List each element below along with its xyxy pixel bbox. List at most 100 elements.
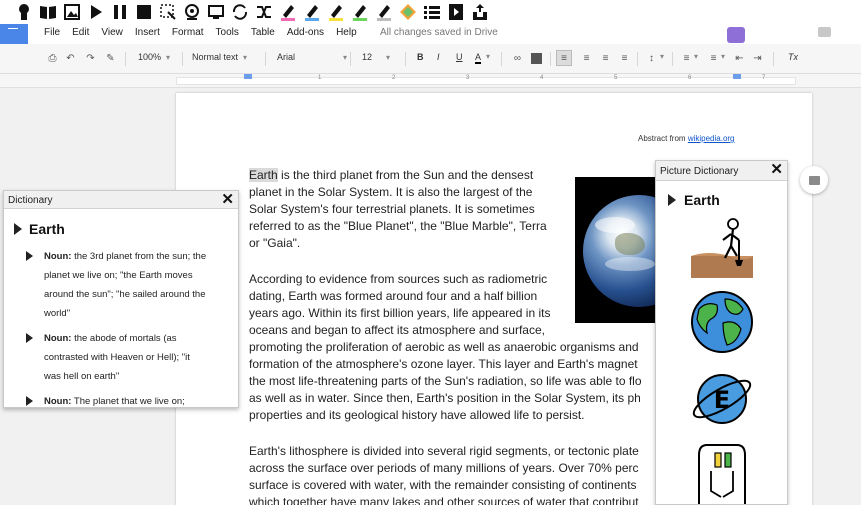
font-select[interactable]: Arial ▾ xyxy=(277,52,347,62)
definition-line: around the sun"; "he sailed around the xyxy=(44,289,206,300)
align-justify-icon[interactable]: ≡ xyxy=(618,52,631,65)
shuffle-icon[interactable] xyxy=(254,3,273,22)
toolbar-divider xyxy=(125,52,126,66)
expand-triangle-icon xyxy=(26,333,33,343)
link-icon[interactable]: ∞ xyxy=(511,52,524,65)
menu-format[interactable]: Format xyxy=(172,27,210,38)
toolbar-divider xyxy=(405,52,406,66)
menu-insert[interactable]: Insert xyxy=(135,27,166,38)
ruler-number: 2 xyxy=(392,75,396,81)
definition-line: world" xyxy=(44,308,71,319)
share-icon[interactable] xyxy=(470,3,489,22)
right-indent-marker[interactable] xyxy=(733,74,741,79)
bold-button[interactable]: B xyxy=(417,52,424,62)
chevron-down-icon[interactable]: ▾ xyxy=(694,52,698,61)
dictionary-word[interactable]: Earth xyxy=(14,221,65,237)
undo-icon[interactable]: ↶ xyxy=(64,52,77,65)
extension-badge-icon[interactable] xyxy=(727,27,745,43)
close-icon[interactable]: ✕ xyxy=(770,162,783,177)
menu-help[interactable]: Help xyxy=(336,27,363,38)
save-status[interactable]: All changes saved in Drive xyxy=(380,27,498,38)
text-color-button[interactable]: A xyxy=(475,52,482,64)
definition-line: planet we live on; "the Earth moves xyxy=(44,270,193,281)
toolbar-divider xyxy=(637,52,638,66)
close-icon[interactable]: ✕ xyxy=(221,192,234,207)
list-icon[interactable] xyxy=(422,3,441,22)
menu-edit[interactable]: Edit xyxy=(72,27,95,38)
comments-icon[interactable] xyxy=(818,27,831,37)
globe-icon[interactable] xyxy=(689,289,755,355)
person-digging-soil-icon[interactable] xyxy=(689,216,755,282)
bulleted-list-icon[interactable]: ≡ xyxy=(707,52,720,65)
toolbar-divider xyxy=(550,52,551,66)
clear-formatting-button[interactable]: Tx xyxy=(788,52,798,62)
definition-item[interactable]: Noun: the abode of mortals (as contraste… xyxy=(26,329,236,386)
format-toolbar: ⎙ ↶ ↷ ✎ 100% ▾ Normal text ▾ Arial ▾ 12 ▾ B … xyxy=(0,44,861,74)
highlighter-clear-icon[interactable] xyxy=(374,3,393,22)
font-size-select[interactable]: 12 ▾ xyxy=(362,52,390,62)
align-center-icon[interactable]: ≡ xyxy=(580,52,593,65)
voice-note-icon[interactable] xyxy=(446,3,465,22)
chevron-down-icon[interactable]: ▾ xyxy=(660,52,664,61)
expand-triangle-icon xyxy=(668,194,676,206)
electrical-socket-icon[interactable] xyxy=(689,441,755,505)
definition-item[interactable]: Noun: The planet that we live on; xyxy=(26,392,236,407)
source-link[interactable]: wikipedia.org xyxy=(688,134,735,143)
indent-marker[interactable] xyxy=(244,74,252,79)
ruler-track[interactable] xyxy=(176,77,796,85)
dictionary-header: Dictionary ✕ xyxy=(4,191,238,209)
italic-button[interactable]: I xyxy=(437,52,440,62)
highlighter-green-icon[interactable] xyxy=(350,3,369,22)
comment-add-icon[interactable] xyxy=(531,53,542,64)
pause-icon[interactable] xyxy=(110,3,129,22)
numbered-list-icon[interactable]: ≡ xyxy=(680,52,693,65)
menu-file[interactable]: File xyxy=(44,27,66,38)
screen-select-icon[interactable] xyxy=(158,3,177,22)
expand-triangle-icon xyxy=(14,223,22,235)
redo-icon[interactable]: ↷ xyxy=(84,52,97,65)
align-right-icon[interactable]: ≡ xyxy=(599,52,612,65)
menu-tools[interactable]: Tools xyxy=(216,27,245,38)
picture-icon[interactable] xyxy=(62,3,81,22)
zoom-value: 100% xyxy=(138,52,162,62)
align-left-icon[interactable]: ≡ xyxy=(556,50,572,66)
chevron-down-icon[interactable]: ▾ xyxy=(721,52,725,61)
line-spacing-icon[interactable]: ↕ xyxy=(645,52,658,65)
menu-items: File Edit View Insert Format Tools Table… xyxy=(44,27,369,38)
definition-item[interactable]: Noun: the 3rd planet from the sun; the p… xyxy=(26,247,236,323)
definition-run: The planet that we live on; xyxy=(71,396,185,407)
webcam-icon[interactable] xyxy=(182,3,201,22)
highlighter-yellow-icon[interactable] xyxy=(326,3,345,22)
decrease-indent-icon[interactable]: ⇤ xyxy=(733,52,746,65)
definition-line: contrasted with Heaven or Hell); "it xyxy=(44,352,190,363)
menu-table[interactable]: Table xyxy=(251,27,281,38)
play-icon[interactable] xyxy=(86,3,105,22)
sync-icon[interactable] xyxy=(230,3,249,22)
text-run: is the third planet from the Sun and the… xyxy=(277,168,534,182)
docs-home-icon[interactable] xyxy=(0,24,28,44)
highlighter-blue-icon[interactable] xyxy=(302,3,321,22)
screen-mask-icon[interactable] xyxy=(206,3,225,22)
underline-button[interactable]: U xyxy=(456,52,463,62)
ruler-number: 6 xyxy=(688,75,692,81)
chevron-down-icon[interactable]: ▾ xyxy=(486,52,490,61)
increase-indent-icon[interactable]: ⇥ xyxy=(751,52,764,65)
picture-dictionary-word[interactable]: Earth xyxy=(668,192,720,208)
selected-word[interactable]: Earth xyxy=(249,168,278,182)
ruler-number: 3 xyxy=(466,75,470,81)
menu-view[interactable]: View xyxy=(101,27,129,38)
print-icon[interactable]: ⎙ xyxy=(46,52,59,65)
book-icon[interactable] xyxy=(38,3,57,22)
earth-planet-icon[interactable]: E xyxy=(689,366,755,432)
zoom-select[interactable]: 100% ▾ xyxy=(138,52,170,62)
toolbar-divider xyxy=(773,52,774,66)
speech-head-icon[interactable] xyxy=(14,3,33,22)
add-comment-button[interactable] xyxy=(800,166,828,194)
paint-format-icon[interactable]: ✎ xyxy=(104,52,117,65)
stop-icon[interactable] xyxy=(134,3,153,22)
highlighter-pink-icon[interactable] xyxy=(278,3,297,22)
menu-addons[interactable]: Add-ons xyxy=(287,27,330,38)
style-select[interactable]: Normal text ▾ xyxy=(192,52,247,62)
abstract-source: Abstract from wikipedia.org xyxy=(638,134,735,143)
diamond-icon[interactable] xyxy=(398,3,417,22)
